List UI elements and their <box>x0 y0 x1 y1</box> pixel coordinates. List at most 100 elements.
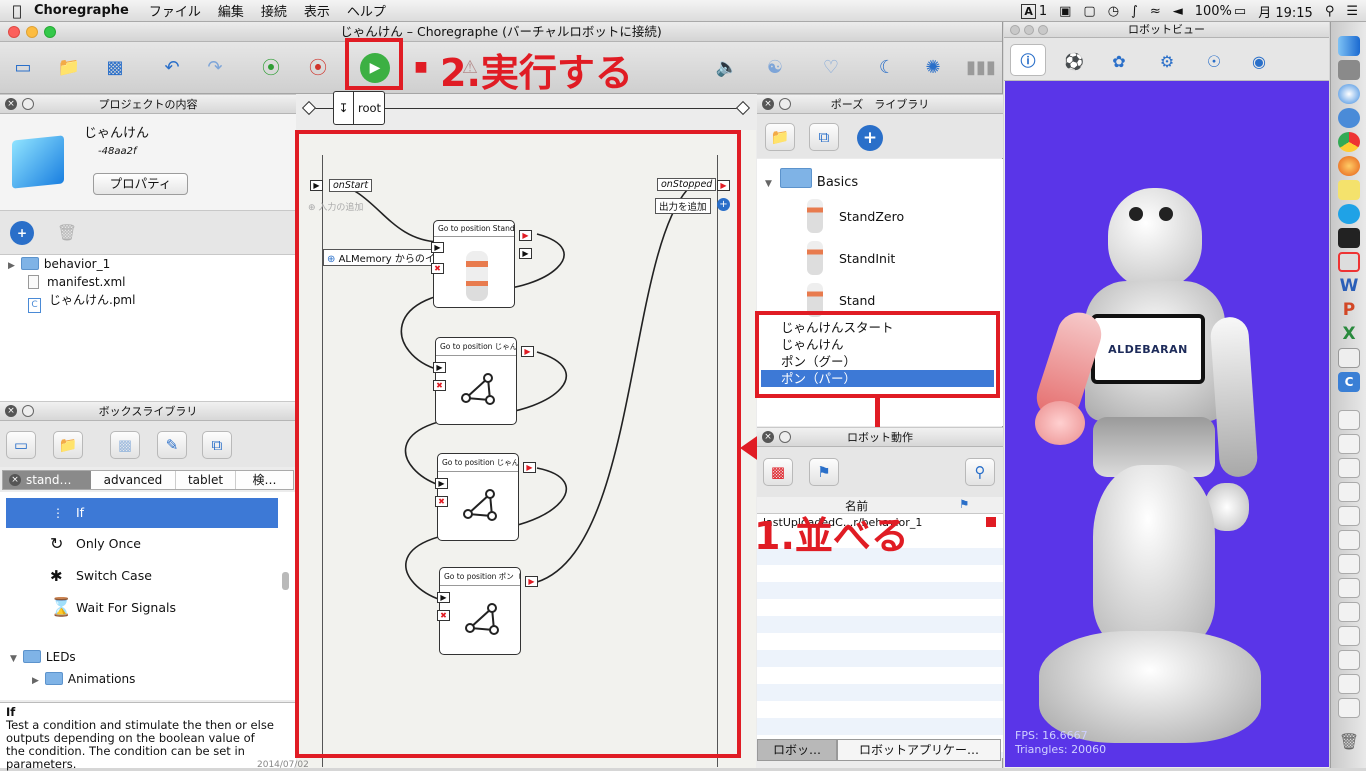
animation-mode-icon[interactable]: ☯ <box>760 52 790 82</box>
choregraphe-icon[interactable]: C <box>1338 372 1360 392</box>
close-panel-icon[interactable]: × <box>762 431 774 443</box>
add-pose-button[interactable]: + <box>857 125 883 151</box>
notification-icon[interactable]: ☰ <box>1346 4 1358 19</box>
document-icon[interactable] <box>1338 626 1360 646</box>
terminal-icon[interactable] <box>1338 228 1360 248</box>
open-pose-library-icon[interactable]: 📁 <box>765 123 795 151</box>
stickies-icon[interactable] <box>1338 180 1360 200</box>
app-store-icon[interactable] <box>1338 108 1360 128</box>
tab-standard[interactable]: × stand… <box>3 471 91 489</box>
pose-standinit[interactable]: StandInit <box>807 241 895 275</box>
clock[interactable]: 月 19:15 <box>1258 2 1313 21</box>
volume-icon[interactable]: 🔈 <box>712 52 742 82</box>
expand-arrow-icon[interactable]: ▶ <box>32 676 39 686</box>
save-project-icon[interactable]: ▩ <box>100 52 130 82</box>
connect-icon[interactable]: ⦿ <box>256 52 286 82</box>
tab-search[interactable]: 検… <box>236 471 293 489</box>
zoom-window-button[interactable] <box>44 26 56 38</box>
document-icon[interactable] <box>1338 434 1360 454</box>
library-folder-leds[interactable]: ▼ LEDs <box>10 648 76 666</box>
word-icon[interactable]: W <box>1338 276 1360 296</box>
view-settings-icon[interactable]: ⚙ <box>1152 46 1182 76</box>
safari-icon[interactable] <box>1338 84 1360 104</box>
excel-icon[interactable]: X <box>1338 324 1360 344</box>
float-panel-icon[interactable] <box>22 98 34 110</box>
minimize-window-button[interactable] <box>26 26 38 38</box>
zoom-window-button[interactable] <box>1038 25 1048 35</box>
menu-file[interactable]: ファイル <box>149 1 201 20</box>
undo-icon[interactable]: ↶ <box>157 52 187 82</box>
tree-item-pml[interactable]: C じゃんけん.pml <box>28 291 135 313</box>
wake-up-icon[interactable]: ♡ <box>816 52 846 82</box>
clock-sync-icon[interactable]: ◷ <box>1108 4 1119 19</box>
document-icon[interactable] <box>1338 554 1360 574</box>
import-pose-icon[interactable]: ⧉ <box>809 123 839 151</box>
library-item-if[interactable]: ⋮ If <box>6 498 278 528</box>
document-icon[interactable] <box>1338 482 1360 502</box>
library-item-only-once[interactable]: ↻ Only Once <box>6 529 278 559</box>
save-library-icon[interactable]: ▩ <box>110 431 140 459</box>
robot-3d-view[interactable]: ALDEBARAN FPS: 16.6667 Triangles: 20060 <box>1005 81 1329 767</box>
tab-tablet[interactable]: tablet <box>176 471 236 489</box>
library-item-wait-for-signals[interactable]: ⌛ Wait For Signals <box>6 593 278 623</box>
float-panel-icon[interactable] <box>779 98 791 110</box>
library-folder-animations[interactable]: ▶ Animations <box>32 670 135 688</box>
search-icon[interactable]: ⚲ <box>965 458 995 486</box>
pose-standzero[interactable]: StandZero <box>807 199 904 233</box>
tab-advanced[interactable]: advanced <box>91 471 176 489</box>
open-library-icon[interactable]: 📁 <box>53 431 83 459</box>
chrome-icon[interactable] <box>1338 132 1360 152</box>
delete-file-icon[interactable]: 🗑 <box>55 221 79 245</box>
remove-behavior-icon[interactable]: ▩ <box>763 458 793 486</box>
new-box-icon[interactable]: ▭ <box>6 431 36 459</box>
properties-button[interactable]: プロパティ <box>93 173 188 195</box>
redo-icon[interactable]: ↷ <box>200 52 230 82</box>
powerpoint-icon[interactable]: P <box>1338 300 1360 320</box>
finder-icon[interactable] <box>1338 36 1360 56</box>
view-sonar-icon[interactable]: ☉ <box>1199 46 1229 76</box>
close-panel-icon[interactable]: × <box>762 98 774 110</box>
document-icon[interactable] <box>1338 650 1360 670</box>
collapse-arrow-icon[interactable]: ▼ <box>765 179 772 189</box>
open-project-icon[interactable]: 📁 <box>54 52 84 82</box>
close-panel-icon[interactable]: × <box>5 405 17 417</box>
default-behavior-icon[interactable]: ⚑ <box>809 458 839 486</box>
display-icon[interactable]: ▢ <box>1083 4 1095 19</box>
trash-icon[interactable]: 🗑 <box>1338 732 1360 752</box>
menu-connect[interactable]: 接続 <box>261 1 287 20</box>
document-icon[interactable] <box>1338 698 1360 718</box>
menu-edit[interactable]: 編集 <box>218 1 244 20</box>
close-window-button[interactable] <box>1010 25 1020 35</box>
minimize-window-button[interactable] <box>1024 25 1034 35</box>
view-robot-icon[interactable]: ⚽ <box>1059 46 1089 76</box>
expand-arrow-icon[interactable]: ▶ <box>8 261 15 271</box>
monitor-icon[interactable]: ▣ <box>1059 4 1071 19</box>
tree-item-behavior[interactable]: ▶ behavior_1 <box>8 255 110 273</box>
collapse-arrow-icon[interactable]: ▼ <box>10 654 17 664</box>
document-icon[interactable] <box>1338 602 1360 622</box>
close-panel-icon[interactable]: × <box>5 98 17 110</box>
new-project-icon[interactable]: ▭ <box>8 52 38 82</box>
close-tab-icon[interactable]: × <box>9 474 21 486</box>
spotlight-icon[interactable]: ⚲ <box>1325 4 1335 19</box>
document-icon[interactable] <box>1338 506 1360 526</box>
bluetooth-icon[interactable]: ∫ <box>1131 4 1138 19</box>
input-source-icon[interactable]: A <box>1021 3 1036 19</box>
autonomous-icon[interactable]: ✺ <box>918 52 948 82</box>
rest-icon[interactable]: ☾ <box>872 52 902 82</box>
firefox-icon[interactable] <box>1338 156 1360 176</box>
copy-library-icon[interactable]: ⧉ <box>202 431 232 459</box>
apple-icon[interactable]:  <box>0 2 34 20</box>
float-panel-icon[interactable] <box>779 431 791 443</box>
document-icon[interactable] <box>1338 410 1360 430</box>
view-joints-icon[interactable]: ✿ <box>1104 46 1134 76</box>
document-icon[interactable] <box>1338 458 1360 478</box>
document-icon[interactable] <box>1338 674 1360 694</box>
battery-text[interactable]: 100% <box>1195 4 1232 19</box>
stop-button[interactable]: ■ <box>406 52 436 82</box>
document-icon[interactable] <box>1338 530 1360 550</box>
row-status-icon[interactable] <box>986 517 996 527</box>
float-panel-icon[interactable] <box>22 405 34 417</box>
library-scrollbar[interactable] <box>282 572 289 590</box>
wifi-icon[interactable]: ≈ <box>1150 4 1161 19</box>
